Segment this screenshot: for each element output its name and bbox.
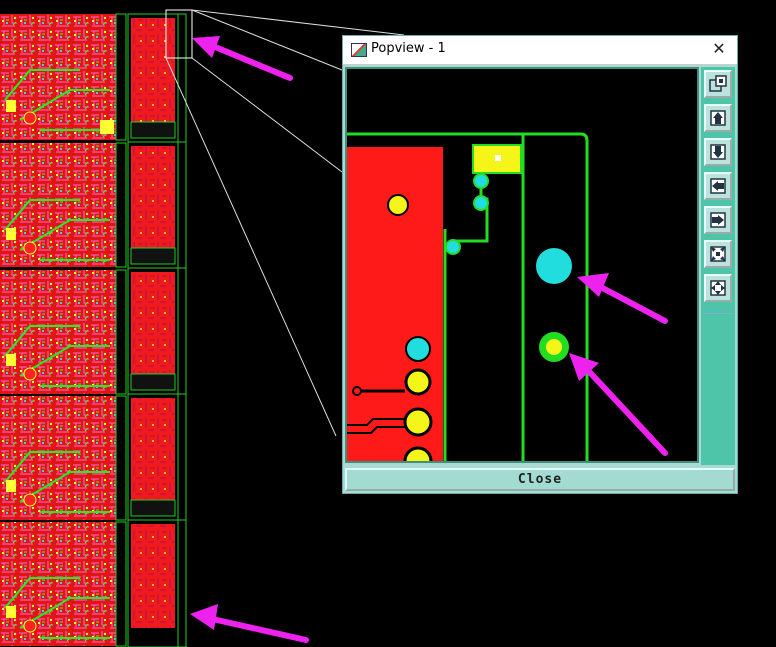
board-array-right	[127, 13, 187, 647]
pad-round	[403, 407, 433, 437]
via-large	[536, 248, 572, 284]
pad-round	[404, 368, 432, 396]
popview-window[interactable]: Popview - 1 ✕ Close	[342, 35, 738, 494]
pad-round	[405, 336, 431, 362]
board-cell-4	[0, 395, 127, 521]
pad-round	[403, 446, 433, 461]
board-cell-3	[0, 269, 127, 395]
app-icon	[351, 43, 367, 57]
zoomed-view-canvas[interactable]	[345, 67, 699, 463]
annotation-arrow	[577, 273, 668, 324]
zoom-in-icon[interactable]	[704, 70, 732, 98]
pan-right-icon[interactable]	[704, 206, 732, 234]
board-cell-1	[0, 13, 127, 141]
fit-view-icon[interactable]	[704, 274, 732, 302]
via	[473, 173, 489, 189]
annotation-arrow	[190, 604, 309, 643]
annotation-arrow	[192, 36, 293, 81]
via	[445, 239, 461, 255]
view-toolbar	[701, 67, 735, 465]
pan-down-icon[interactable]	[704, 138, 732, 166]
title-bar[interactable]: Popview - 1 ✕	[343, 36, 737, 65]
board-cell-5	[0, 521, 127, 647]
board-cell-2	[0, 142, 127, 268]
pad-round	[387, 194, 409, 216]
close-icon[interactable]: ✕	[709, 38, 729, 60]
annotation-arrow	[569, 353, 668, 456]
pan-left-icon[interactable]	[704, 172, 732, 200]
toolbar-filler	[704, 313, 732, 464]
close-button[interactable]: Close	[345, 468, 735, 491]
pan-up-icon[interactable]	[704, 104, 732, 132]
zoom-out-icon[interactable]	[704, 240, 732, 268]
via	[473, 195, 489, 211]
board-array-left	[0, 13, 127, 647]
window-title: Popview - 1	[371, 41, 446, 56]
